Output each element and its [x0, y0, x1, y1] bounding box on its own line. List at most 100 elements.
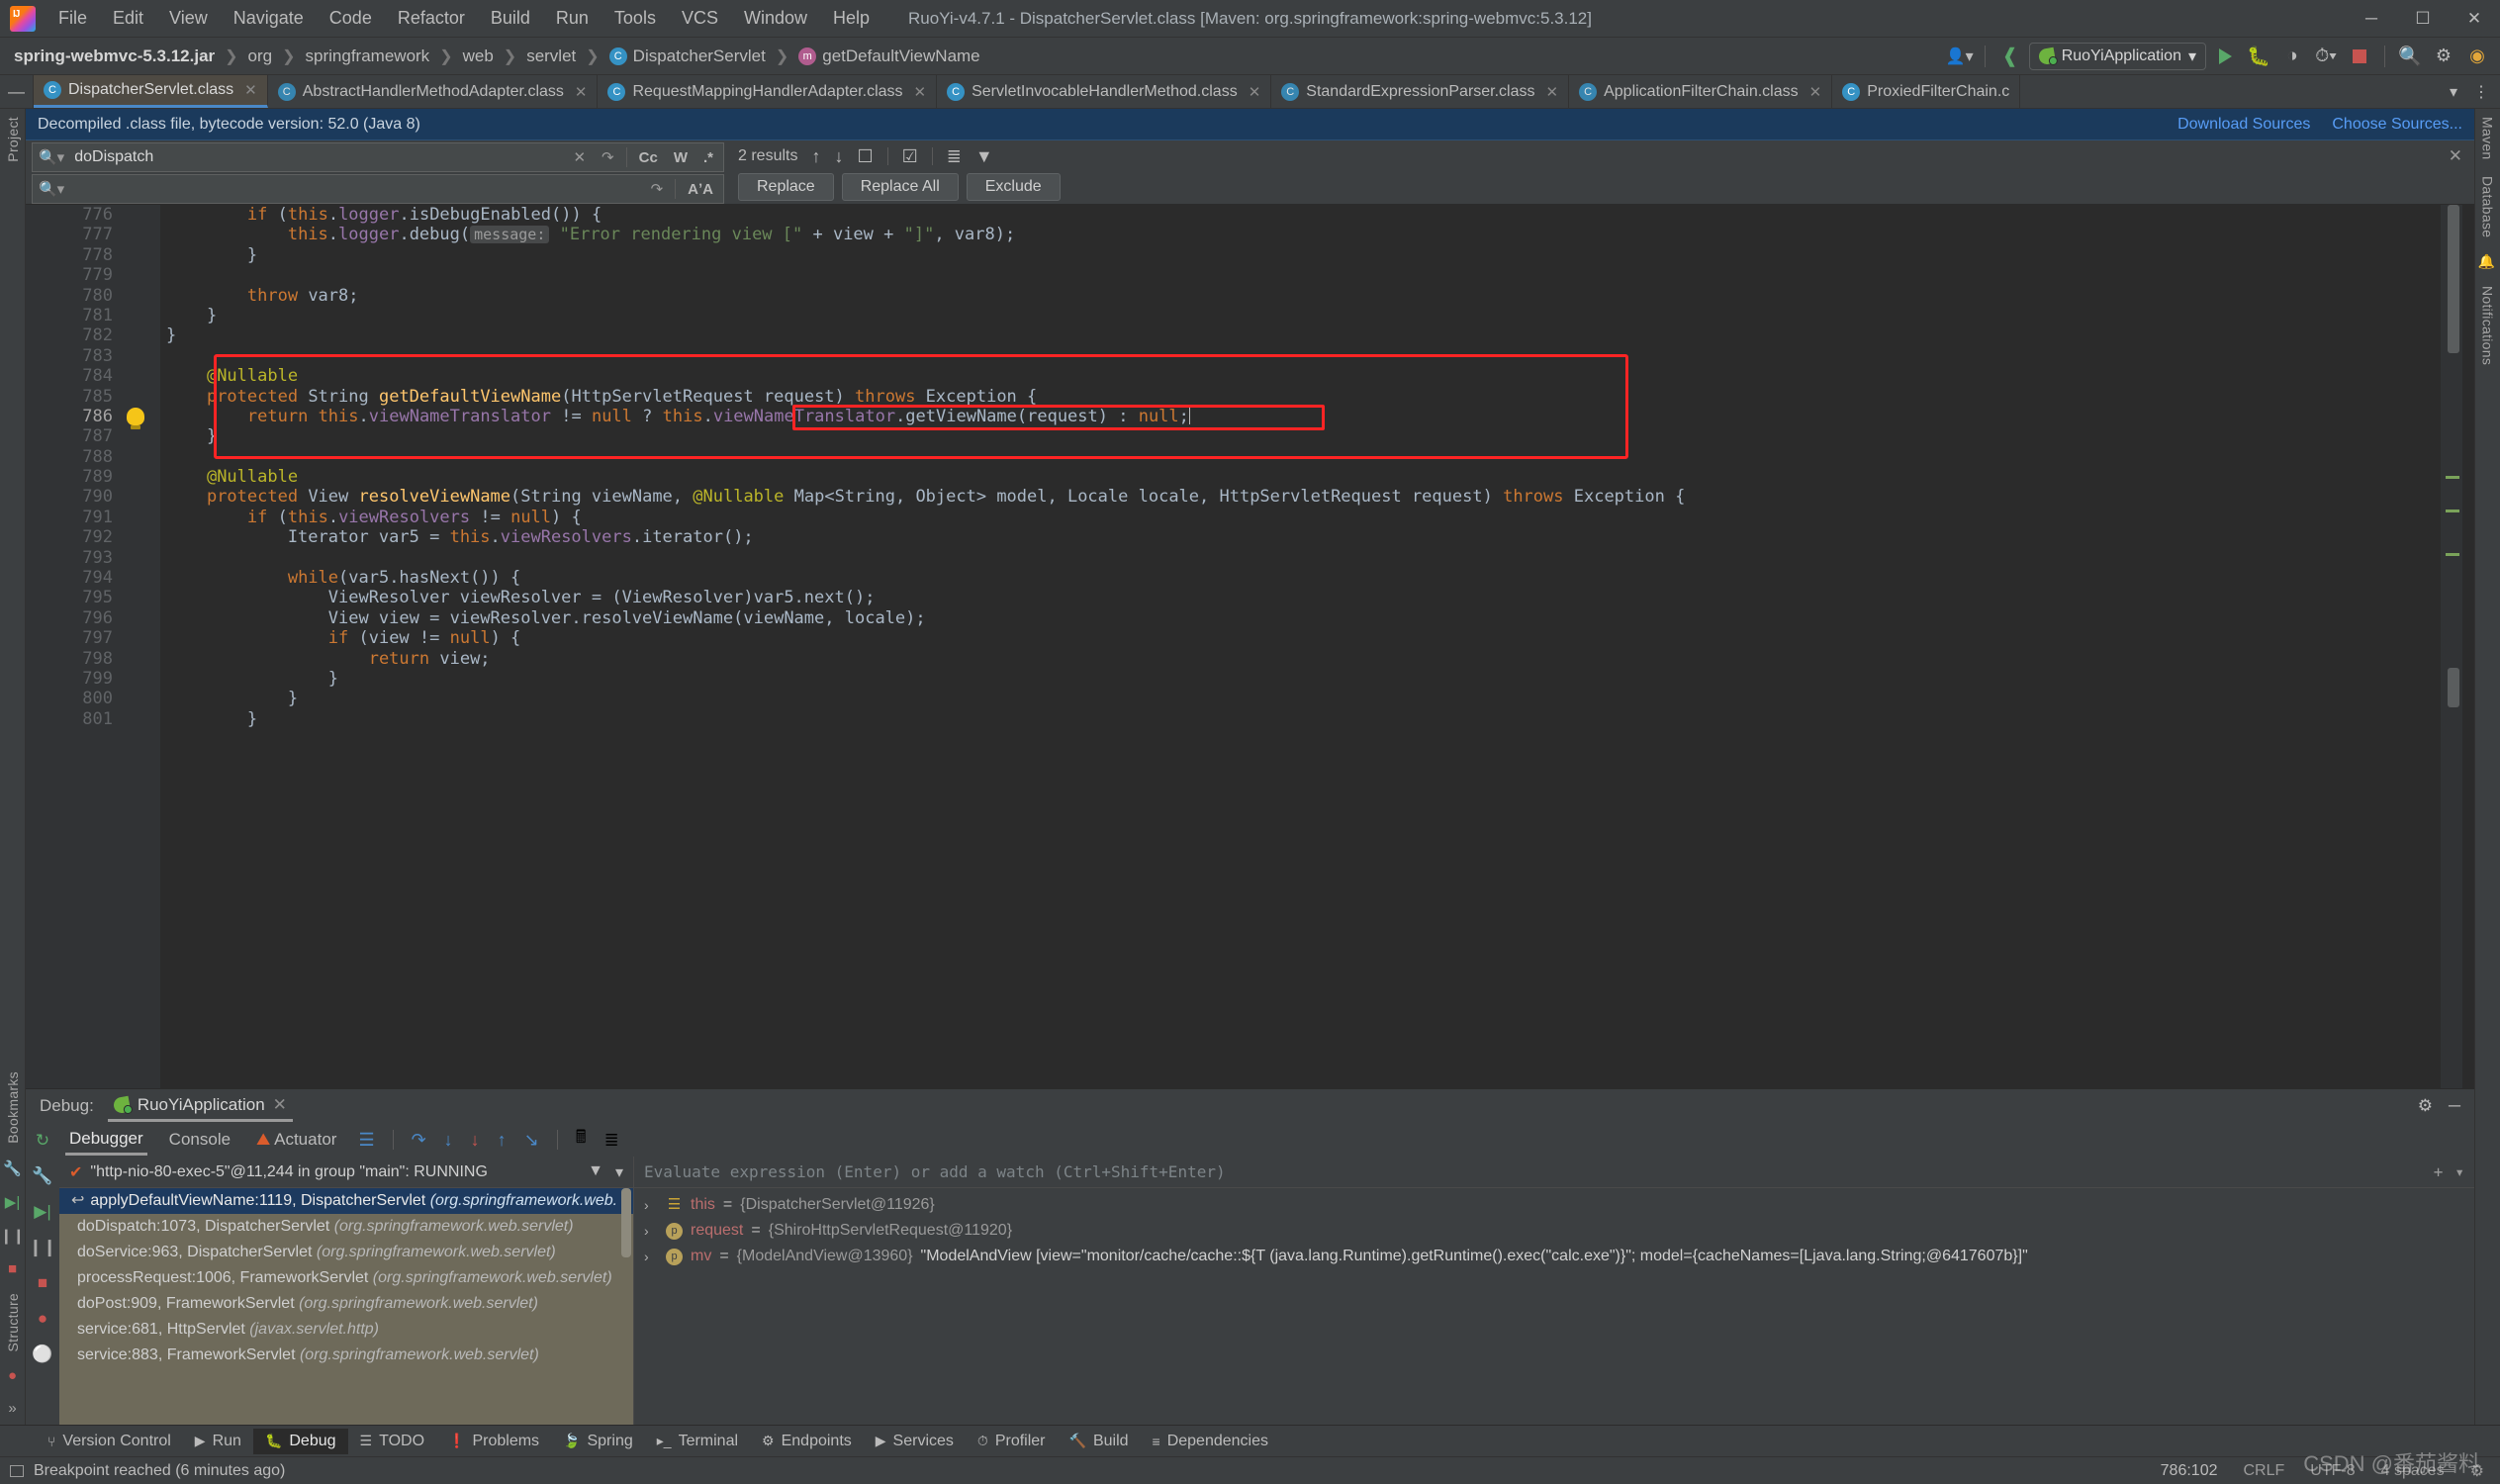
tool-window-spring[interactable]: 🍃 Spring: [551, 1429, 645, 1454]
mute-breakpoints-icon[interactable]: ⚪: [32, 1345, 52, 1364]
code-editor[interactable]: 776-777778-779780781-782783784785-786787…: [26, 205, 2474, 1088]
hide-tabs-icon[interactable]: —: [0, 75, 34, 108]
tab-proxiedfilterchain[interactable]: C ProxiedFilterChain.c: [1832, 75, 2021, 108]
code-line[interactable]: throw var8;: [166, 286, 2441, 306]
select-all-occurrences-icon[interactable]: ☐: [857, 146, 873, 167]
force-step-into-icon[interactable]: ↓: [471, 1130, 480, 1151]
frames-scrollbar-thumb[interactable]: [621, 1188, 631, 1257]
close-icon[interactable]: ✕: [1249, 83, 1261, 101]
line-number-gutter[interactable]: 776-777778-779780781-782783784785-786787…: [26, 205, 144, 1088]
tab-servletinvocablehandlermethod[interactable]: C ServletInvocableHandlerMethod.class ✕: [937, 75, 1272, 108]
search-input[interactable]: [72, 147, 562, 167]
rail-item-project[interactable]: Project: [5, 109, 21, 170]
breakpoint-icon[interactable]: ●: [8, 1359, 17, 1392]
event-log-icon[interactable]: [10, 1464, 24, 1477]
tab-abstracthandlermethodadapter[interactable]: C AbstractHandlerMethodAdapter.class ✕: [268, 75, 599, 108]
menu-item-help[interactable]: Help: [820, 4, 882, 33]
stop-icon[interactable]: [2345, 43, 2374, 70]
breadcrumb-org[interactable]: org: [244, 45, 277, 68]
replace-field[interactable]: 🔍▾ ↷ AʼA: [32, 174, 724, 204]
rail-item-database[interactable]: Database: [2480, 168, 2496, 245]
search-history-icon[interactable]: ↷: [598, 148, 618, 166]
tab-console[interactable]: Console: [165, 1126, 234, 1154]
line-separator[interactable]: CRLF: [2244, 1462, 2285, 1480]
breadcrumb-getdefaultviewname[interactable]: m getDefaultViewName: [794, 45, 983, 68]
tool-window-problems[interactable]: ❗ Problems: [436, 1429, 551, 1454]
stop-icon[interactable]: ■: [8, 1252, 17, 1285]
menu-item-view[interactable]: View: [156, 4, 221, 33]
settings-gear-icon[interactable]: ⚙: [2470, 1461, 2484, 1481]
replace-button[interactable]: Replace: [738, 173, 834, 201]
code-line[interactable]: @Nullable: [166, 467, 2441, 487]
code-line[interactable]: View view = viewResolver.resolveViewName…: [166, 608, 2441, 628]
code-line[interactable]: }: [166, 306, 2441, 325]
thread-selector[interactable]: ✔ "http-nio-80-exec-5"@11,244 in group "…: [59, 1157, 633, 1188]
tool-window-build[interactable]: 🔨 Build: [1058, 1429, 1141, 1454]
pause-icon[interactable]: ❙❙: [0, 1219, 25, 1252]
replace-all-button[interactable]: Replace All: [841, 173, 959, 201]
run-configuration-selector[interactable]: RuoYiApplication ▾: [2028, 42, 2206, 70]
wrench-icon[interactable]: 🔧: [32, 1166, 52, 1186]
expand-chevron-icon[interactable]: ›: [644, 1218, 658, 1244]
wrench-icon[interactable]: 🔧: [3, 1152, 22, 1185]
clear-search-icon[interactable]: ✕: [569, 148, 590, 166]
rail-item-bookmarks[interactable]: Bookmarks: [5, 1064, 21, 1152]
close-button[interactable]: ✕: [2449, 0, 2500, 38]
tool-window-run[interactable]: ▶ Run: [183, 1429, 253, 1454]
tool-window-version-control[interactable]: ⑂ Version Control: [36, 1429, 183, 1454]
exclude-button[interactable]: Exclude: [966, 173, 1061, 201]
file-encoding[interactable]: UTF-8: [2310, 1462, 2355, 1480]
expand-rail-icon[interactable]: »: [8, 1392, 16, 1425]
evaluate-expression-icon[interactable]: 🖩: [576, 1125, 587, 1155]
code-line[interactable]: [166, 447, 2441, 467]
profiler-icon[interactable]: ⏱▾: [2311, 43, 2341, 70]
prev-match-icon[interactable]: ↑: [811, 146, 820, 167]
close-icon[interactable]: ✕: [575, 83, 588, 101]
code-line[interactable]: if (view != null) {: [166, 628, 2441, 648]
add-watch-icon[interactable]: +: [2434, 1162, 2444, 1181]
replace-input[interactable]: [72, 179, 639, 199]
close-find-icon[interactable]: ✕: [2449, 146, 2462, 166]
evaluate-expression-bar[interactable]: Evaluate expression (Enter) or add a wat…: [634, 1157, 2474, 1188]
code-line[interactable]: [166, 265, 2441, 285]
notifications-bell-icon[interactable]: 🔔: [2480, 245, 2496, 278]
tool-window-services[interactable]: ▶ Services: [864, 1429, 966, 1454]
breadcrumb-dispatcherservlet[interactable]: C DispatcherServlet: [605, 45, 770, 68]
tool-window-debug[interactable]: 🐛 Debug: [252, 1428, 348, 1454]
chevron-down-icon[interactable]: ▾: [615, 1162, 623, 1182]
tool-window-dependencies[interactable]: ≡ Dependencies: [1141, 1429, 1280, 1454]
step-out-icon[interactable]: ↑: [498, 1130, 507, 1151]
menu-item-tools[interactable]: Tools: [602, 4, 669, 33]
run-icon[interactable]: [2210, 43, 2240, 70]
variable-row[interactable]: › ☰ this = {DispatcherServlet@11926}: [634, 1192, 2474, 1218]
breadcrumb-jar[interactable]: spring-webmvc-5.3.12.jar: [10, 45, 219, 68]
tool-window-todo[interactable]: ☰ TODO: [348, 1429, 437, 1454]
code-line[interactable]: }: [166, 426, 2441, 446]
resume-program-icon[interactable]: ▶|: [34, 1202, 51, 1222]
editor-horizontal-scrollbar[interactable]: [2462, 205, 2474, 217]
filter-icon[interactable]: ▼: [975, 146, 993, 167]
code-line[interactable]: }: [166, 245, 2441, 265]
tab-options-icon[interactable]: ⋮: [2468, 82, 2494, 102]
rail-item-structure[interactable]: Structure: [5, 1285, 21, 1360]
updates-icon[interactable]: ◉: [2462, 43, 2492, 70]
code-content[interactable]: if (this.logger.isDebugEnabled()) { this…: [160, 205, 2441, 1088]
menu-item-build[interactable]: Build: [478, 4, 543, 33]
frame-row[interactable]: doDispatch:1073, DispatcherServlet (org.…: [59, 1214, 633, 1240]
frame-row[interactable]: service:681, HttpServlet (javax.servlet.…: [59, 1317, 633, 1343]
search-icon[interactable]: 🔍: [2395, 43, 2425, 70]
search-field[interactable]: 🔍▾ ✕ ↷ Cc W .*: [32, 142, 724, 172]
frame-row[interactable]: processRequest:1006, FrameworkServlet (o…: [59, 1265, 633, 1291]
replace-history-icon[interactable]: ↷: [647, 180, 668, 198]
in-selection-icon[interactable]: ☑: [902, 146, 918, 167]
variable-row[interactable]: › p request = {ShiroHttpServletRequest@119…: [634, 1218, 2474, 1244]
frame-row[interactable]: ↩ applyDefaultViewName:1119, DispatcherSe…: [59, 1188, 633, 1214]
code-line[interactable]: while(var5.hasNext()) {: [166, 568, 2441, 588]
code-line[interactable]: return this.viewNameTranslator != null ?…: [166, 407, 2441, 426]
person-icon[interactable]: 👤▾: [1945, 43, 1975, 70]
code-line[interactable]: }: [166, 669, 2441, 689]
layout-icon[interactable]: ☰: [358, 1130, 374, 1151]
code-line[interactable]: this.logger.debug(message: "Error render…: [166, 225, 2441, 244]
menu-item-navigate[interactable]: Navigate: [221, 4, 317, 33]
close-icon[interactable]: ✕: [1546, 83, 1559, 101]
